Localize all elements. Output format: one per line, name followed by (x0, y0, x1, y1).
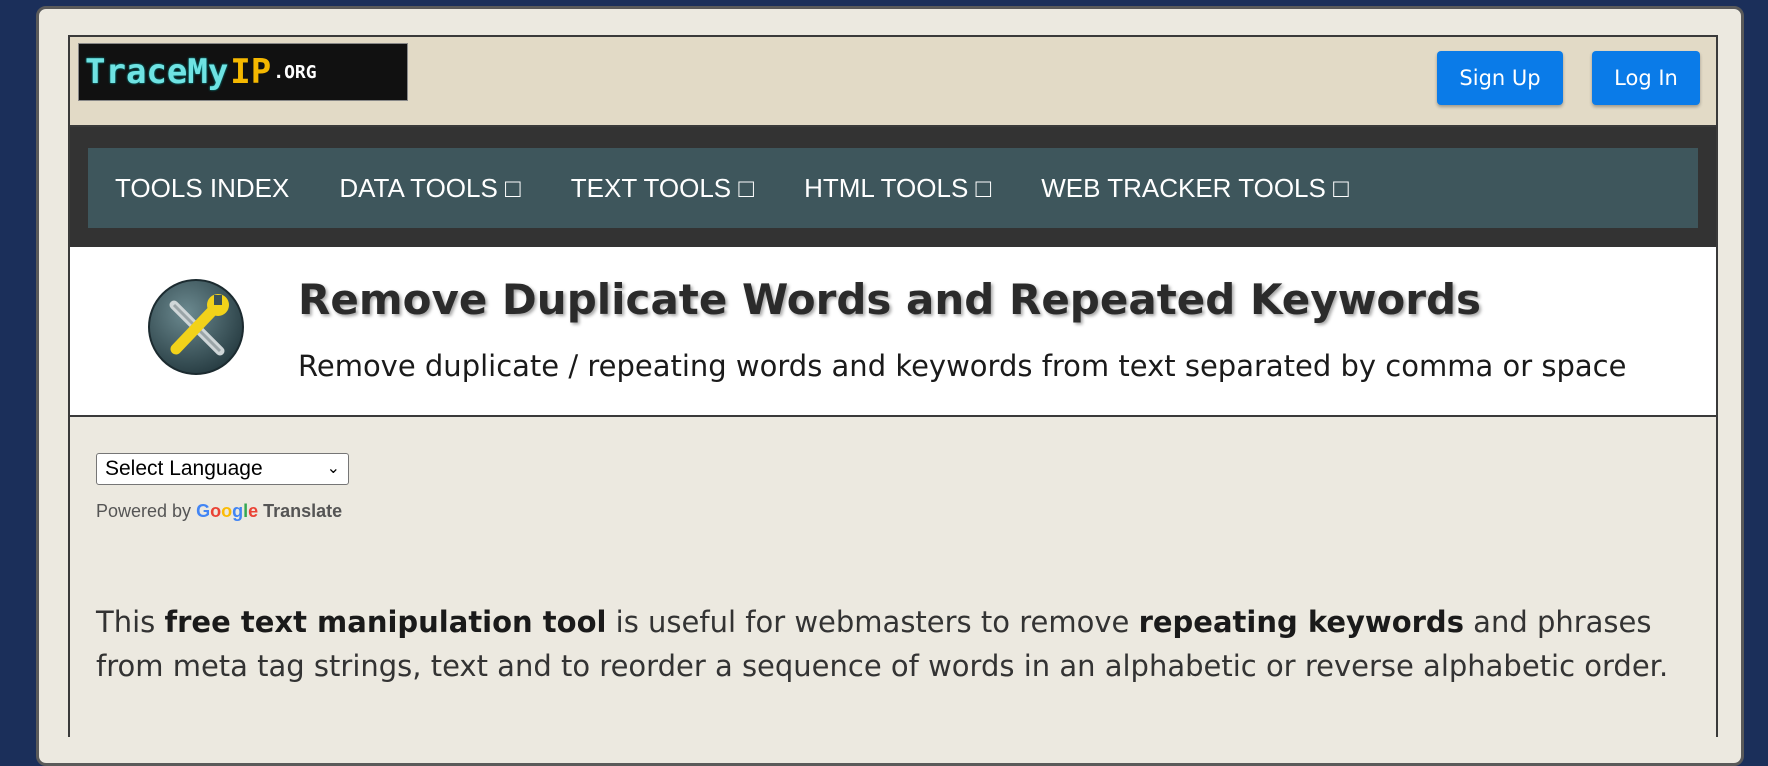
log-in-button[interactable]: Log In (1592, 51, 1700, 105)
logo-org-text: .ORG (273, 61, 317, 83)
nav-item-html-tools[interactable]: HTML TOOLS □ (804, 173, 991, 204)
nav-bar-wrapper: TOOLS INDEX DATA TOOLS □ TEXT TOOLS □ HT… (68, 127, 1718, 247)
nav-item-web-tracker-tools[interactable]: WEB TRACKER TOOLS □ (1041, 173, 1349, 204)
main-nav: TOOLS INDEX DATA TOOLS □ TEXT TOOLS □ HT… (88, 148, 1698, 228)
nav-item-tools-index[interactable]: TOOLS INDEX (115, 173, 289, 204)
logo-ip-text: IP (230, 52, 272, 92)
page-title: Remove Duplicate Words and Repeated Keyw… (298, 275, 1482, 324)
nav-item-text-tools[interactable]: TEXT TOOLS □ (571, 173, 754, 204)
intro-bold-2: repeating keywords (1138, 605, 1464, 639)
translate-link[interactable]: Translate (263, 501, 342, 521)
site-logo[interactable]: TraceMy IP .ORG (78, 43, 408, 101)
google-logo[interactable]: Google (196, 501, 258, 521)
intro-bold-1: free text manipulation tool (164, 605, 607, 639)
powered-by-google: Powered by Google Translate (96, 501, 342, 522)
powered-by-label: Powered by (96, 501, 192, 521)
main-content: Select Language ⌄ Powered by Google Tran… (68, 417, 1718, 737)
language-select[interactable]: Select Language ⌄ (96, 453, 349, 485)
language-select-value: Select Language (105, 457, 263, 480)
chevron-down-icon: ⌄ (326, 460, 340, 477)
site-header: TraceMy IP .ORG Sign Up Log In (68, 35, 1718, 127)
page-subtitle: Remove duplicate / repeating words and k… (298, 349, 1627, 383)
tools-icon (148, 279, 244, 375)
sign-up-button[interactable]: Sign Up (1437, 51, 1563, 105)
logo-trace-text: TraceMy (85, 52, 229, 92)
intro-paragraph: This free text manipulation tool is usef… (96, 605, 1669, 683)
page-hero: Remove Duplicate Words and Repeated Keyw… (68, 247, 1718, 417)
nav-item-data-tools[interactable]: DATA TOOLS □ (339, 173, 520, 204)
